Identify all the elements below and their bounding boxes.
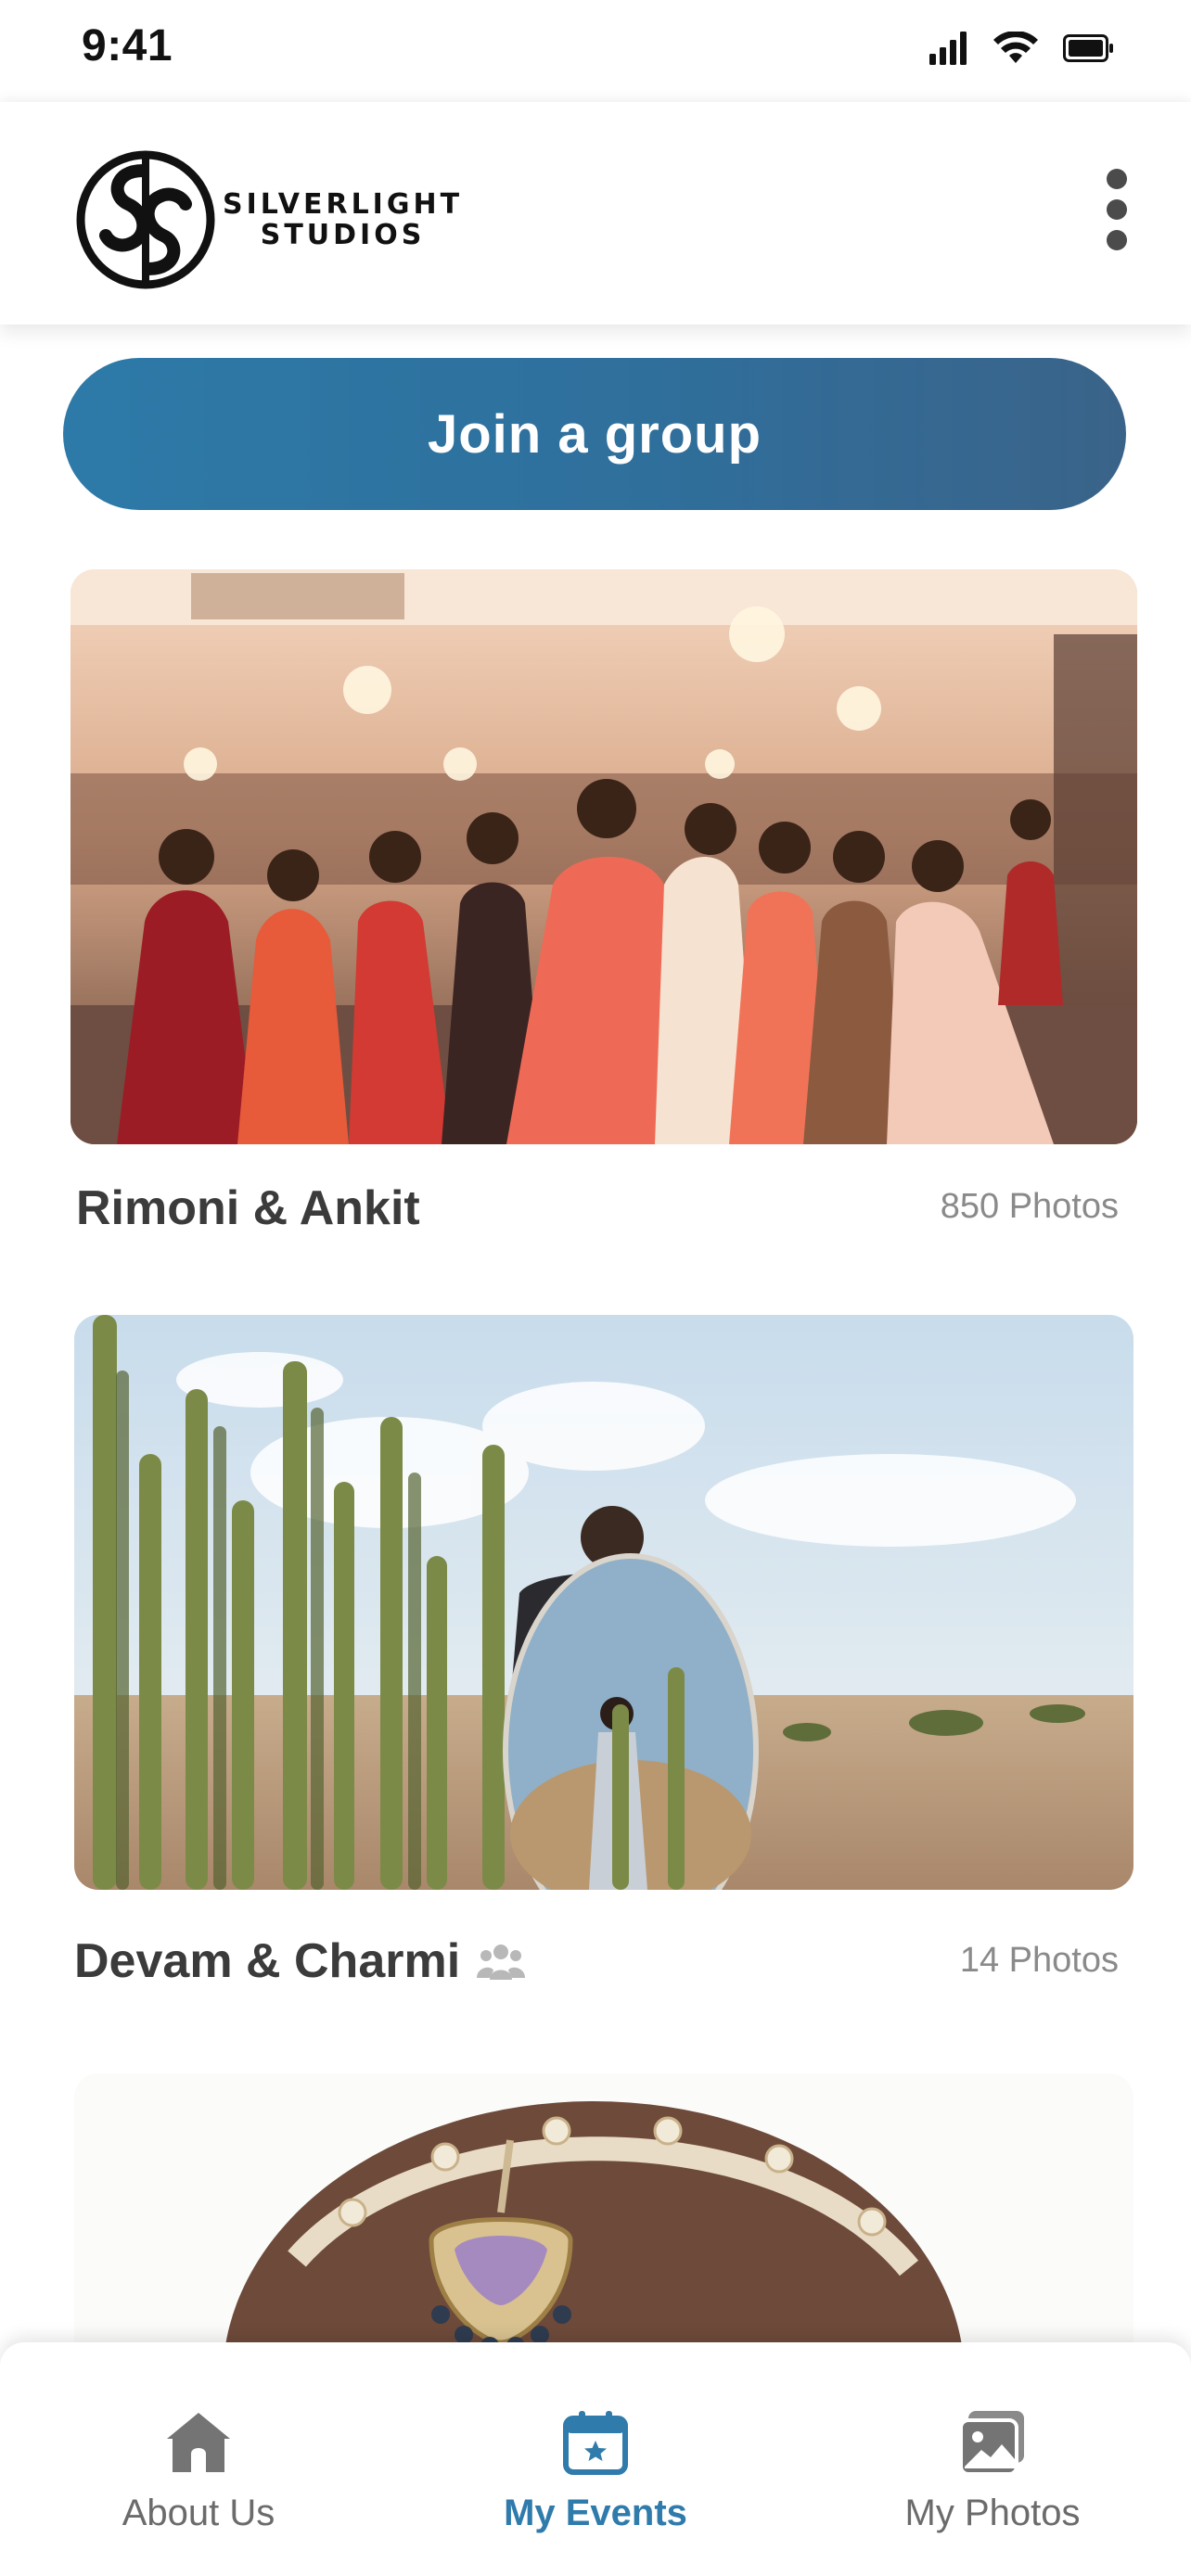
logo-emblem-icon <box>76 150 215 289</box>
nav-label: About Us <box>122 2493 275 2533</box>
event-cover-image[interactable] <box>70 569 1137 1144</box>
event-photo-count: 14 Photos <box>959 1941 1119 1980</box>
status-bar: 9:41 <box>0 0 1191 96</box>
more-menu-button[interactable] <box>1095 159 1139 260</box>
battery-icon <box>1063 34 1113 62</box>
logo-text: SILVERLIGHT STUDIOS <box>223 189 463 250</box>
home-icon <box>167 2413 230 2472</box>
bottom-navigation: About Us My Events My Photos <box>0 2342 1191 2576</box>
event-title[interactable]: Rimoni & Ankit <box>76 1176 420 1241</box>
group-icon <box>477 1945 526 1980</box>
event-photo-count: 850 Photos <box>940 1187 1119 1226</box>
more-dot <box>1107 199 1127 220</box>
wifi-icon <box>993 32 1038 63</box>
more-vertical-icon <box>1107 169 1127 189</box>
join-group-button[interactable]: Join a group <box>63 358 1126 510</box>
photos-icon <box>959 2411 1024 2476</box>
desert-couple-photo <box>74 1315 1133 1890</box>
nav-label: My Photos <box>904 2493 1081 2533</box>
logo-line-2: STUDIOS <box>260 219 426 251</box>
logo-line-1: SILVERLIGHT <box>223 188 464 221</box>
event-title[interactable]: Devam & Charmi <box>74 1929 526 1994</box>
nav-item-about-us[interactable]: About Us <box>0 2342 397 2576</box>
event-title-text: Devam & Charmi <box>74 1934 461 1988</box>
nav-item-my-photos[interactable]: My Photos <box>794 2342 1191 2576</box>
wedding-group-photo <box>70 569 1137 1144</box>
calendar-star-icon <box>563 2411 628 2475</box>
nav-label: My Events <box>504 2493 687 2533</box>
status-icons <box>929 32 1115 65</box>
more-dot <box>1107 230 1127 250</box>
event-cover-image[interactable] <box>74 1315 1133 1890</box>
cellular-signal-icon <box>929 32 967 65</box>
status-time: 9:41 <box>82 21 173 70</box>
studio-logo[interactable]: SILVERLIGHT STUDIOS <box>76 150 463 289</box>
app-header: SILVERLIGHT STUDIOS <box>0 102 1191 325</box>
nav-item-my-events[interactable]: My Events <box>397 2342 794 2576</box>
event-title-text: Rimoni & Ankit <box>76 1181 420 1235</box>
